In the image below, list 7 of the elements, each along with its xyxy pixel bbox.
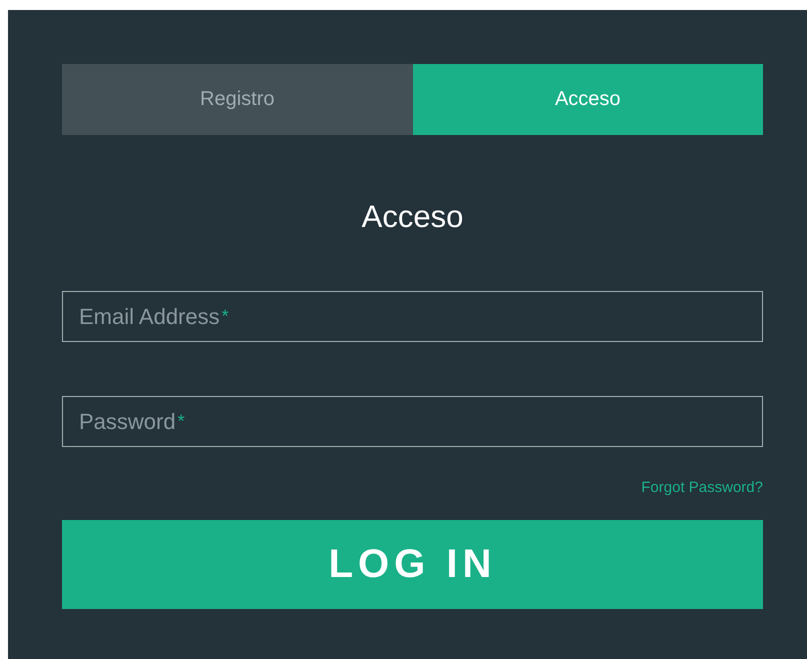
input-field[interactable]: Email Address* [62,291,763,342]
input-field[interactable]: Password* [62,396,763,447]
form-tab[interactable]: Acceso [412,64,763,135]
forgot-password-link[interactable]: Forgot Password? [641,479,763,497]
login-button[interactable]: LOG IN [62,520,763,609]
form-title: Acceso [360,198,464,236]
form-tab[interactable]: Registro [62,64,412,135]
